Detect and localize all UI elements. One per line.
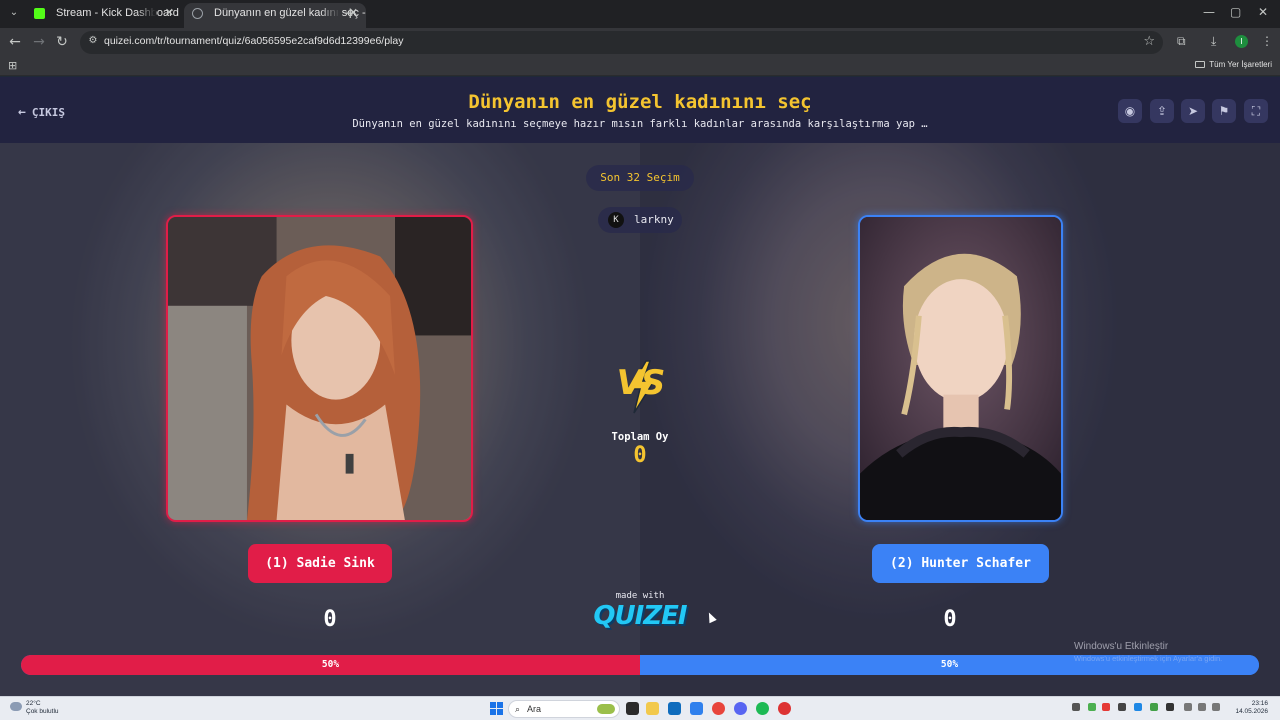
vs-emblem: VS	[608, 359, 672, 415]
made-with-label: made with	[615, 591, 665, 601]
file-explorer-icon[interactable]	[646, 702, 659, 715]
quiz-header: ← ÇIKIŞ Dünyanın en güzel kadınını seç Dü…	[0, 77, 1280, 143]
weather-widget[interactable]: 22°C Çok bulutlu	[10, 700, 59, 716]
forward-arrow-icon[interactable]: →	[30, 33, 48, 51]
address-bar[interactable]: ⚙ quizei.com/tr/tournament/quiz/6a056595…	[80, 31, 1163, 54]
tab-search-chevron-icon[interactable]: ⌄	[6, 5, 22, 21]
network-icon[interactable]	[1184, 703, 1192, 711]
chrome-icon[interactable]	[712, 702, 725, 715]
right-score: 0	[943, 607, 957, 632]
tray-app-icon[interactable]	[1150, 703, 1158, 711]
left-contestant-photo[interactable]	[166, 215, 473, 522]
taskbar-clock[interactable]: 23:16 14.05.2026	[1235, 700, 1268, 716]
windows-start-icon[interactable]	[490, 702, 503, 715]
loading-favicon-icon	[192, 8, 203, 19]
choose-left-button[interactable]: (1) Sadie Sink	[248, 544, 392, 583]
kick-favicon-icon	[34, 8, 45, 19]
url-text[interactable]: quizei.com/tr/tournament/quiz/6a056595e2…	[104, 35, 403, 47]
task-view-icon[interactable]	[626, 702, 639, 715]
fullscreen-icon[interactable]: ⛶	[1244, 99, 1268, 123]
streamer-name: larkny	[634, 213, 674, 226]
flag-icon[interactable]: ⚑	[1212, 99, 1236, 123]
maximize-button[interactable]: ▢	[1230, 5, 1241, 19]
profile-avatar[interactable]: I	[1235, 35, 1248, 48]
quiz-subtitle: Dünyanın en güzel kadınını seçmeye hazır…	[352, 118, 928, 130]
battery-icon[interactable]	[1212, 703, 1220, 711]
tray-chevron-icon[interactable]	[1072, 703, 1080, 711]
spotify-icon[interactable]	[756, 702, 769, 715]
store-icon[interactable]	[690, 702, 703, 715]
quiz-title: Dünyanın en güzel kadınını seç	[468, 91, 812, 113]
kick-logo-icon: K	[608, 212, 624, 228]
site-info-icon[interactable]: ⚙	[86, 35, 100, 49]
right-contestant-photo[interactable]	[858, 215, 1063, 522]
streamer-badge: K larkny	[598, 207, 682, 233]
tab-quizei[interactable]: Dünyanın en güzel kadını seç - ⠀ ✕	[184, 3, 366, 28]
tab-title: Stream - Kick Dashboard	[56, 7, 179, 19]
mail-icon[interactable]	[668, 702, 681, 715]
all-bookmarks-button[interactable]: Tüm Yer İşaretleri	[1195, 60, 1272, 69]
cloud-icon	[10, 702, 22, 711]
tray-app-icon[interactable]	[1166, 703, 1174, 711]
total-votes-label: Toplam Oy	[611, 431, 669, 443]
download-icon[interactable]: ⤓	[1211, 34, 1216, 49]
app-icon[interactable]	[778, 702, 791, 715]
right-portrait-image	[860, 217, 1061, 520]
taskbar-search[interactable]: ⌕ Ara	[508, 700, 620, 718]
menu-dots-icon[interactable]: ⋮	[1261, 34, 1273, 48]
browser-tab-strip: ⌄ Stream - Kick Dashboard ✕ Dünyanın en …	[0, 0, 1280, 28]
back-arrow-icon[interactable]: ←	[6, 33, 24, 51]
tray-app-icon[interactable]	[1134, 703, 1142, 711]
eye-icon[interactable]: ◉	[1118, 99, 1142, 123]
left-percent-segment: 50%	[21, 655, 640, 675]
extensions-icon[interactable]: ⧉	[1177, 34, 1186, 49]
bookmarks-bar: ⊞ Tüm Yer İşaretleri	[0, 56, 1280, 76]
tray-app-icon[interactable]	[1102, 703, 1110, 711]
windows-taskbar: 22°C Çok bulutlu ⌕ Ara 23:16 14.05.2026	[0, 696, 1280, 720]
total-votes-value: 0	[633, 443, 647, 468]
tray-app-icon[interactable]	[1088, 703, 1096, 711]
round-badge: Son 32 Seçim	[586, 165, 694, 191]
send-icon[interactable]: ➤	[1181, 99, 1205, 123]
bookmark-star-icon[interactable]: ☆	[1143, 34, 1155, 49]
tab-close-icon[interactable]: ✕	[165, 3, 174, 24]
new-tab-button[interactable]: +	[344, 5, 357, 21]
apps-grid-icon[interactable]: ⊞	[8, 59, 17, 72]
left-portrait-image	[168, 217, 471, 520]
search-icon: ⌕	[515, 704, 521, 714]
browser-toolbar: ← → ↻ ⚙ quizei.com/tr/tournament/quiz/6a…	[0, 28, 1280, 56]
tray-app-icon[interactable]	[1118, 703, 1126, 711]
tab-kick-dashboard[interactable]: Stream - Kick Dashboard ✕	[26, 3, 182, 28]
choose-right-button[interactable]: (2) Hunter Schafer	[872, 544, 1049, 583]
folder-icon	[1195, 61, 1206, 68]
share-icon[interactable]: ⇪	[1150, 99, 1174, 123]
discord-icon[interactable]	[734, 702, 747, 715]
vs-text: VS	[616, 363, 666, 403]
quiz-page: ← ÇIKIŞ Dünyanın en güzel kadınını seç Dü…	[0, 77, 1280, 696]
quizei-logo[interactable]: QUIZEI	[580, 601, 700, 631]
windows-activation-watermark: Windows'u Etkinleştir Windows'u etkinleş…	[1074, 641, 1223, 663]
close-window-button[interactable]: ✕	[1258, 5, 1268, 19]
reload-icon[interactable]: ↻	[53, 33, 71, 51]
volume-icon[interactable]	[1198, 703, 1206, 711]
minimize-button[interactable]: —	[1203, 5, 1215, 19]
left-score: 0	[323, 607, 337, 632]
